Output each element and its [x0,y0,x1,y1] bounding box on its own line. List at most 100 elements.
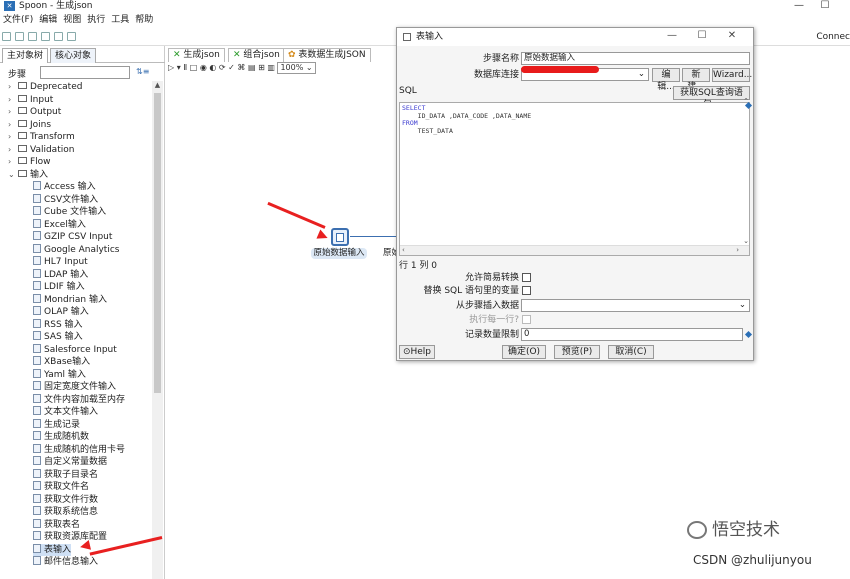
tree-category[interactable]: › Flow [8,156,51,169]
menu-run[interactable]: 执行 [84,13,108,28]
tree-scrollbar[interactable]: ▲ [152,81,163,579]
minimize-icon[interactable]: — [657,30,687,42]
hop-line[interactable] [350,236,396,237]
tab-main-tree[interactable]: 主对象树 [2,48,49,63]
tree-step-item[interactable]: 邮件信息输入 [33,556,98,569]
tree-step-item[interactable]: 自定义常量数据 [33,456,107,469]
menu-view[interactable]: 视图 [60,13,84,28]
sql-vertical-scrollbar[interactable]: ⌃ ⌄ [740,97,750,245]
tree-step-item[interactable]: 文件内容加载至内存 [33,393,125,407]
tree-step-item[interactable]: 生成随机数 [33,431,89,444]
tree-category[interactable]: › Validation [8,144,74,157]
pause-icon[interactable]: Ⅱ [183,63,187,72]
tree-step-item[interactable]: 表输入 [33,543,72,556]
menu-help[interactable]: 帮助 [132,13,156,28]
menu-file[interactable]: 文件(F) [0,13,36,28]
tree-step-item[interactable]: Cube 文件输入 [33,206,106,219]
lazy-conversion-checkbox[interactable] [522,273,531,282]
tree-step-item[interactable]: CSV文件输入 [33,193,98,207]
tab-combine-json[interactable]: ✕ 组合json [228,48,285,62]
expand-collapse-icon[interactable]: ⇅≡ [136,67,149,76]
tree-step-item[interactable]: GZIP CSV Input [33,231,112,244]
tree-category[interactable]: › Input [8,94,53,107]
tree-step-item[interactable]: 固定宽度文件输入 [33,381,116,394]
minimize-icon[interactable]: — [786,0,812,12]
table-input-step-icon[interactable] [331,228,349,246]
save-icon[interactable] [41,32,50,41]
tree-step-item[interactable]: 获取文件名 [33,481,89,494]
maximize-icon[interactable]: ☐ [812,0,838,12]
tree-category[interactable]: › Transform [8,131,75,144]
connect-button[interactable]: Connec [816,30,850,44]
verify-icon[interactable]: ✓ [228,63,235,72]
steps-search-input[interactable] [40,66,130,79]
tree-step-item[interactable]: Salesforce Input [33,343,117,357]
tree-step-item[interactable]: OLAP 输入 [33,306,89,319]
run-options-icon[interactable]: ▾ [177,63,181,72]
tab-generate-json[interactable]: ✕ 生成json [168,48,225,62]
edit-connection-button[interactable]: 编辑... [652,68,680,92]
sql-icon[interactable]: ▤ [248,63,256,72]
step-label[interactable]: 原始数据输入 [311,248,367,259]
explore-db-icon[interactable]: ⊞ [258,63,265,72]
tree-category[interactable]: › Joins [8,119,51,132]
tree-step-item[interactable]: Yaml 输入 [33,368,86,382]
perspective-icon[interactable] [67,32,76,41]
new-file-icon[interactable] [2,32,11,41]
tree-category[interactable]: › Deprecated [8,81,82,94]
tree-category-expanded[interactable]: ⌄ 输入 [8,169,48,182]
save-as-icon[interactable] [54,32,63,41]
preview-icon[interactable]: ◉ [200,63,207,72]
scroll-thumb[interactable] [154,93,161,393]
stop-icon[interactable]: □ [190,63,198,72]
new-connection-button[interactable]: 新建... [682,68,710,92]
tree-step-item[interactable]: SAS 输入 [33,331,83,344]
sql-text[interactable]: SELECT ID_DATA ,DATA_CODE ,DATA_NAME FROM… [402,104,531,135]
open-file-icon[interactable] [15,32,24,41]
step-name-input[interactable]: 原始数据输入 [521,52,750,65]
wizard-button[interactable]: Wizard... [712,68,752,82]
tree-step-item[interactable]: 获取文件行数 [33,493,98,507]
tree-step-item[interactable]: 获取子目录名 [33,468,98,482]
show-results-icon[interactable]: ▥ [267,63,275,72]
impact-icon[interactable]: ⌘ [237,63,245,72]
tree-step-item[interactable]: Google Analytics [33,243,119,257]
tree-step-item[interactable]: HL7 Input [33,256,88,269]
tab-table-to-json[interactable]: ✿ 表数据生成JSON [283,48,371,62]
get-sql-button[interactable]: 获取SQL查询语句... [673,86,750,110]
tree-step-item[interactable]: 获取资源库配置 [33,531,107,544]
help-button[interactable]: ⊙Help [399,345,435,359]
sql-horizontal-scrollbar[interactable]: ‹ › [400,245,749,255]
run-icon[interactable]: ▷ [168,63,174,72]
tree-step-item[interactable]: 生成记录 [33,418,80,432]
tree-step-item[interactable]: Access 输入 [33,181,96,194]
menu-tools[interactable]: 工具 [108,13,132,28]
tree-step-item[interactable]: LDIF 输入 [33,281,85,294]
tree-category[interactable]: › Output [8,106,61,119]
tree-step-item[interactable]: Mondrian 输入 [33,293,107,307]
tree-step-item[interactable]: 文本文件输入 [33,406,98,419]
close-icon[interactable]: ✕ [717,30,747,42]
sql-editor[interactable]: SELECT ID_DATA ,DATA_CODE ,DATA_NAME FROM… [399,97,750,256]
ok-button[interactable]: 确定(O) [502,345,546,359]
menu-edit[interactable]: 编辑 [36,13,60,28]
insert-from-step-select[interactable]: ⌄ [521,299,750,312]
tree-step-item[interactable]: 获取系统信息 [33,506,98,519]
tree-step-item[interactable]: XBase输入 [33,356,90,369]
tree-step-item[interactable]: 获取表名 [33,518,80,532]
tree-step-item[interactable]: 生成随机的信用卡号 [33,443,125,457]
zoom-select[interactable]: 100% ⌄ [277,62,316,74]
explore-icon[interactable] [28,32,37,41]
scroll-up-icon[interactable]: ▲ [152,81,163,91]
debug-icon[interactable]: ◐ [209,63,216,72]
preview-button[interactable]: 预览(P) [554,345,600,359]
cancel-button[interactable]: 取消(C) [608,345,654,359]
tree-step-item[interactable]: RSS 输入 [33,318,83,332]
replay-icon[interactable]: ⟳ [219,63,226,72]
tree-step-item[interactable]: Excel输入 [33,218,86,232]
maximize-icon[interactable]: ☐ [687,30,717,42]
replace-vars-checkbox[interactable] [522,286,531,295]
limit-input[interactable]: 0 [521,328,743,341]
execute-each-row-checkbox[interactable] [522,315,531,324]
tree-step-item[interactable]: LDAP 输入 [33,268,88,282]
